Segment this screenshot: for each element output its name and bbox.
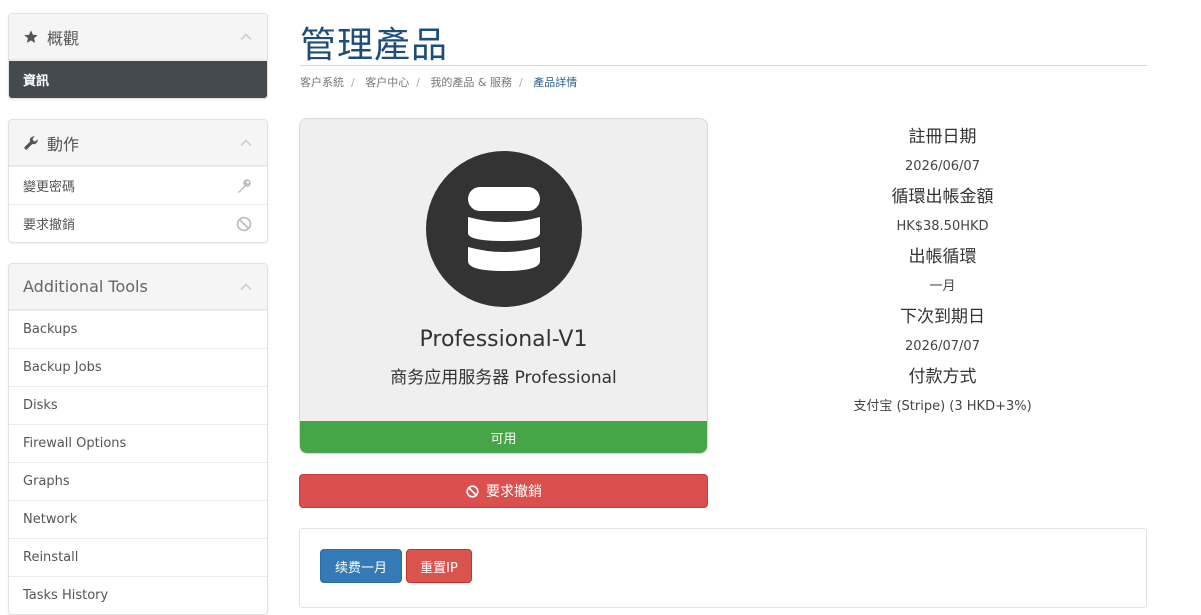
reset-ip-button[interactable]: 重置IP xyxy=(406,549,472,583)
request-cancel-button[interactable]: 要求撤銷 xyxy=(299,474,708,508)
key-icon xyxy=(235,177,253,195)
product-group: 商务应用服务器 Professional xyxy=(390,368,617,388)
breadcrumb-item[interactable]: 客户系統 xyxy=(300,76,344,89)
sidebar: 概觀 資訊 動作 變更密碼 要求撤銷 Additional Tools Back… xyxy=(8,13,268,615)
sidebar-item-reinstall[interactable]: Reinstall xyxy=(9,538,267,576)
sidebar-item-request-cancel[interactable]: 要求撤銷 xyxy=(9,204,267,242)
sidebar-item-backup-jobs[interactable]: Backup Jobs xyxy=(9,348,267,386)
actions-panel-main: 续费一月 重置IP xyxy=(299,528,1147,608)
chevron-up-icon[interactable] xyxy=(239,280,253,294)
star-icon xyxy=(23,29,39,45)
sidebar-item-info[interactable]: 資訊 xyxy=(9,60,267,98)
sidebar-item-label: Firewall Options xyxy=(23,436,127,451)
detail-label: 註冊日期 xyxy=(908,127,977,147)
additional-tools-panel: Additional Tools Backups Backup Jobs Dis… xyxy=(8,263,268,615)
chevron-up-icon[interactable] xyxy=(239,30,253,44)
sidebar-item-label: 變更密碼 xyxy=(23,180,76,195)
database-icon xyxy=(468,187,540,271)
sidebar-item-label: Tasks History xyxy=(23,588,109,603)
overview-panel-header[interactable]: 概觀 xyxy=(9,14,267,60)
sidebar-item-label: Network xyxy=(23,512,78,527)
detail-value: HK$38.50HKD xyxy=(896,219,989,234)
ban-icon xyxy=(465,484,480,499)
detail-value: 支付宝 (Stripe) (3 HKD+3%) xyxy=(853,399,1032,414)
renew-button[interactable]: 续费一月 xyxy=(320,549,402,583)
detail-value: 一月 xyxy=(929,279,956,294)
wrench-icon xyxy=(23,135,39,151)
sidebar-item-firewall-options[interactable]: Firewall Options xyxy=(9,424,267,462)
sidebar-item-label: Backup Jobs xyxy=(23,360,102,375)
sidebar-item-label: 要求撤銷 xyxy=(23,218,76,233)
title-divider xyxy=(300,65,1147,66)
actions-panel-title: 動作 xyxy=(47,134,80,154)
detail-label: 出帳循環 xyxy=(908,247,977,267)
page-title: 管理產品 xyxy=(300,25,449,66)
breadcrumb-separator: / xyxy=(519,76,523,89)
product-icon-circle xyxy=(426,151,582,307)
chevron-up-icon[interactable] xyxy=(239,136,253,150)
additional-tools-panel-title: Additional Tools xyxy=(23,277,148,296)
actions-panel: 動作 變更密碼 要求撤銷 xyxy=(8,119,268,243)
sidebar-item-label: 資訊 xyxy=(23,74,50,89)
sidebar-item-disks[interactable]: Disks xyxy=(9,386,267,424)
detail-label: 循環出帳金額 xyxy=(891,187,994,207)
ban-icon xyxy=(235,215,253,233)
product-details: 註冊日期 2026/06/07 循環出帳金額 HK$38.50HKD 出帳循環 … xyxy=(740,124,1145,424)
status-badge: 可用 xyxy=(300,421,707,453)
sidebar-item-backups[interactable]: Backups xyxy=(9,310,267,348)
product-card: Professional-V1 商务应用服务器 Professional 可用 xyxy=(299,118,708,454)
detail-label: 下次到期日 xyxy=(900,307,985,327)
product-name: Professional-V1 xyxy=(419,327,588,352)
breadcrumb-current: 產品詳情 xyxy=(533,76,578,89)
additional-tools-panel-header[interactable]: Additional Tools xyxy=(9,264,267,310)
sidebar-item-graphs[interactable]: Graphs xyxy=(9,462,267,500)
sidebar-item-label: Reinstall xyxy=(23,550,79,565)
sidebar-item-network[interactable]: Network xyxy=(9,500,267,538)
detail-value: 2026/06/07 xyxy=(905,159,980,174)
breadcrumb-item[interactable]: 我的產品 & 服務 xyxy=(430,76,512,89)
sidebar-item-label: Backups xyxy=(23,322,78,337)
detail-label: 付款方式 xyxy=(908,367,977,387)
sidebar-item-label: Disks xyxy=(23,398,58,413)
request-cancel-label: 要求撤銷 xyxy=(486,484,542,500)
breadcrumb-item[interactable]: 客户中心 xyxy=(365,76,409,89)
sidebar-item-change-password[interactable]: 變更密碼 xyxy=(9,166,267,204)
overview-panel: 概觀 資訊 xyxy=(8,13,268,99)
overview-panel-title: 概觀 xyxy=(47,28,80,48)
sidebar-item-tasks-history[interactable]: Tasks History xyxy=(9,576,267,614)
sidebar-item-label: Graphs xyxy=(23,474,70,489)
breadcrumb: 客户系統 / 客户中心 / 我的產品 & 服務 / 產品詳情 xyxy=(300,74,577,90)
breadcrumb-separator: / xyxy=(351,76,355,89)
detail-value: 2026/07/07 xyxy=(905,339,980,354)
breadcrumb-separator: / xyxy=(416,76,420,89)
actions-panel-header[interactable]: 動作 xyxy=(9,120,267,166)
